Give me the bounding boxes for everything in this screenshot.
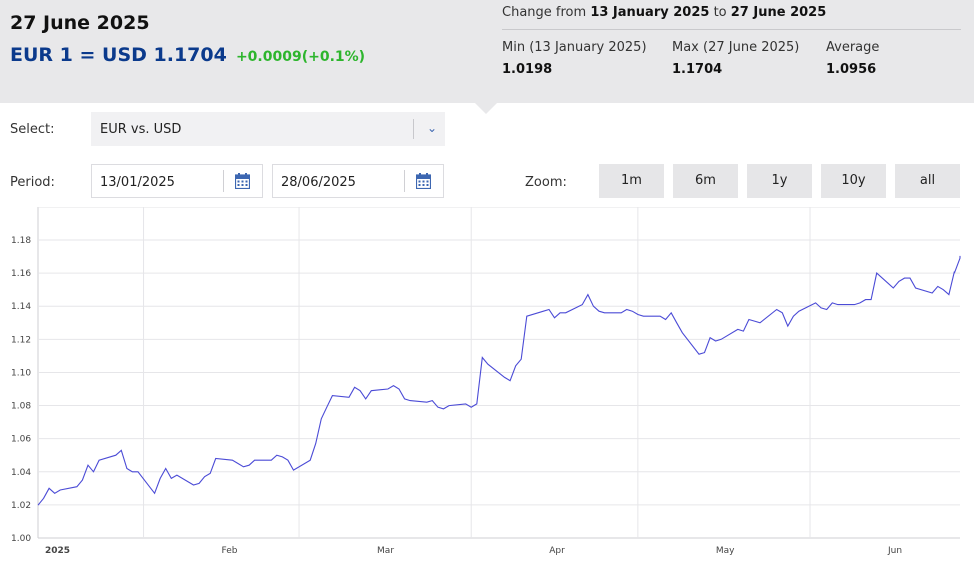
x-tick-label: 2025	[45, 546, 70, 556]
range-from: 13 January 2025	[590, 5, 710, 20]
x-tick-label: Jun	[887, 546, 902, 556]
max-label: Max (27 June 2025)	[672, 40, 800, 55]
y-tick-label: 1.18	[11, 236, 31, 246]
range-title: Change from 13 January 2025 to 27 June 2…	[502, 5, 826, 20]
rate-change: +0.0009(+0.1%)	[235, 49, 366, 65]
x-tick-label: May	[716, 546, 735, 556]
y-tick-label: 1.16	[11, 269, 31, 279]
divider	[502, 29, 961, 30]
select-label: Select:	[10, 122, 55, 137]
y-tick-label: 1.08	[11, 402, 31, 412]
x-tick-label: Apr	[549, 546, 565, 556]
period-to-field[interactable]: 28/06/2025	[272, 164, 444, 198]
zoom-all-button[interactable]: all	[895, 164, 960, 198]
rate-main: EUR 1 = USD 1.1704	[10, 44, 227, 66]
zoom-10y-button[interactable]: 10y	[821, 164, 886, 198]
min-value: 1.0198	[502, 62, 553, 77]
page-title: 27 June 2025	[10, 12, 150, 34]
zoom-6m-button[interactable]: 6m	[673, 164, 738, 198]
zoom-1y-button[interactable]: 1y	[747, 164, 812, 198]
y-tick-label: 1.02	[11, 501, 31, 511]
currency-pair-select[interactable]: EUR vs. USD ⌄	[91, 112, 445, 146]
average-stat: Average 1.0956	[826, 40, 879, 77]
date-field-divider	[404, 170, 405, 192]
x-tick-label: Mar	[377, 546, 394, 556]
average-value: 1.0956	[826, 62, 877, 77]
period-label: Period:	[10, 175, 55, 190]
y-tick-label: 1.14	[11, 302, 31, 312]
max-stat: Max (27 June 2025) 1.1704	[672, 40, 799, 77]
rate-summary: EUR 1 = USD 1.1704 +0.0009(+0.1%)	[10, 44, 365, 66]
series-line	[37, 255, 961, 506]
y-tick-label: 1.06	[11, 435, 31, 445]
y-tick-label: 1.10	[11, 368, 31, 378]
period-to-value: 28/06/2025	[281, 175, 356, 190]
select-divider	[413, 119, 414, 139]
currency-pair-value: EUR vs. USD	[100, 122, 182, 137]
date-field-divider	[223, 170, 224, 192]
max-value: 1.1704	[672, 62, 723, 77]
period-from-field[interactable]: 13/01/2025	[91, 164, 263, 198]
chevron-down-icon[interactable]: ⌄	[427, 121, 437, 135]
summary-panel-pointer	[475, 103, 497, 114]
min-stat: Min (13 January 2025) 1.0198	[502, 40, 647, 77]
y-tick-label: 1.12	[11, 335, 31, 345]
zoom-label: Zoom:	[525, 175, 567, 190]
x-tick-label: Feb	[222, 546, 238, 556]
y-tick-label: 1.04	[11, 468, 31, 478]
calendar-icon[interactable]	[235, 173, 250, 189]
min-label: Min (13 January 2025)	[502, 40, 647, 55]
average-label: Average	[826, 40, 880, 55]
exchange-rate-chart[interactable]: 1.00 1.02 1.04 1.06 1.08 1.10 1.12 1.14 1.16 1.18…	[0, 207, 974, 565]
period-from-value: 13/01/2025	[100, 175, 175, 190]
range-to: 27 June 2025	[730, 5, 827, 20]
y-tick-label: 1.00	[11, 534, 31, 544]
zoom-1m-button[interactable]: 1m	[599, 164, 664, 198]
calendar-icon[interactable]	[416, 173, 431, 189]
range-prefix: Change from	[502, 5, 587, 20]
range-to-word: to	[713, 5, 727, 20]
